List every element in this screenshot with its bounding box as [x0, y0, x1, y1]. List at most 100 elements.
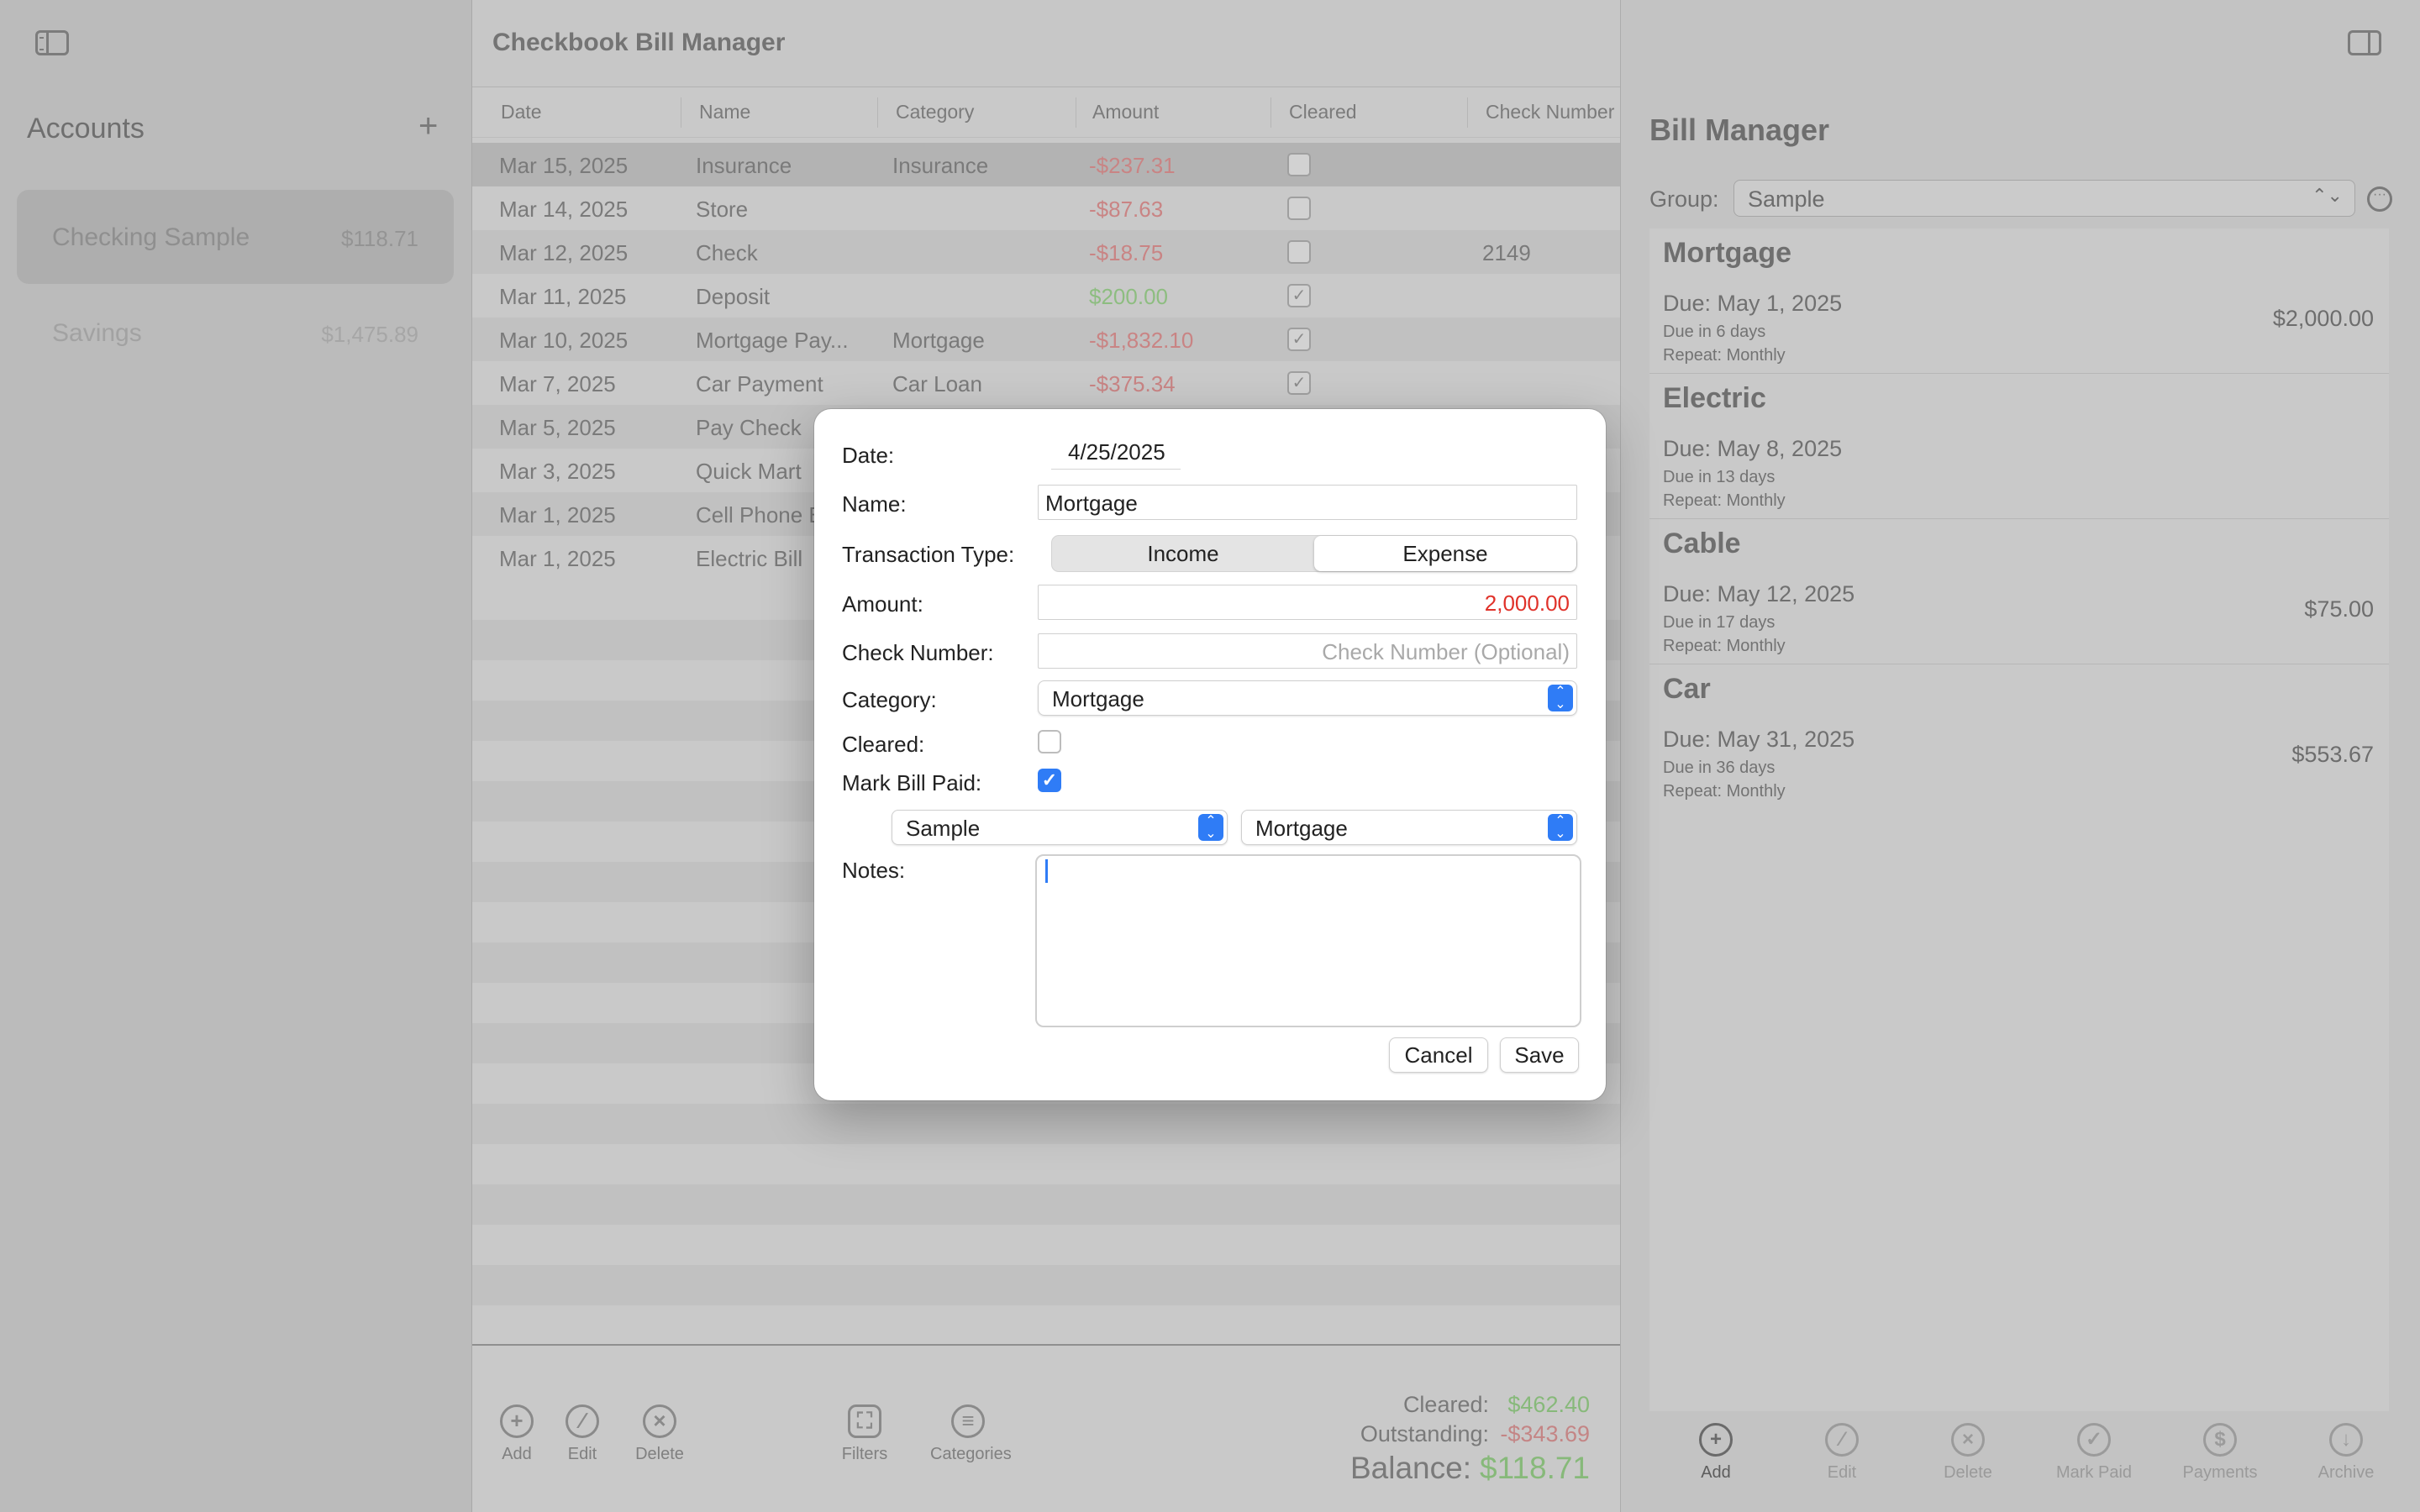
column-check-number[interactable]: Check Number — [1486, 101, 1614, 123]
bill-item[interactable]: Cable Due: May 12, 2025 Due in 17 days R… — [1649, 519, 2389, 664]
accounts-heading: Accounts — [27, 113, 145, 144]
bill-due-in: Due in 13 days — [1663, 468, 1776, 486]
category-select[interactable]: Mortgage ⌃ ⌄ — [1038, 680, 1577, 716]
tool-label: Add — [1701, 1463, 1731, 1482]
cleared-total-label: Cleared: — [1402, 1392, 1489, 1417]
filters-button[interactable]: ⛶ Filters — [827, 1404, 902, 1464]
table-row[interactable]: Mar 11, 2025 Deposit $200.00 ✓ — [472, 274, 1620, 318]
more-options-icon[interactable]: ··· — [2367, 186, 2392, 212]
amount-field[interactable]: 2,000.00 — [1038, 585, 1577, 620]
name-field[interactable]: Mortgage — [1038, 485, 1577, 520]
balance-total-value: $118.71 — [1480, 1451, 1590, 1485]
row-amount: -$237.31 — [1089, 153, 1176, 178]
amount-label: Amount: — [842, 591, 923, 617]
column-date[interactable]: Date — [501, 101, 542, 123]
notes-textarea[interactable] — [1035, 854, 1581, 1027]
mark-bill-paid-checkbox[interactable]: ✓ — [1038, 769, 1061, 792]
row-cleared-checkbox[interactable] — [1287, 153, 1311, 176]
filter-icon: ⛶ — [848, 1404, 881, 1438]
date-picker[interactable]: 4/25/2025 — [1051, 434, 1181, 470]
account-name: Checking Sample — [52, 223, 250, 251]
cancel-button[interactable]: Cancel — [1389, 1037, 1488, 1073]
window-title: Checkbook Bill Manager — [492, 29, 786, 56]
table-row[interactable]: Mar 7, 2025 Car Payment Car Loan -$375.3… — [472, 361, 1620, 405]
column-amount[interactable]: Amount — [1092, 101, 1159, 123]
archive-button[interactable]: ↓ Archive — [2291, 1423, 2401, 1483]
segment-expense[interactable]: Expense — [1314, 536, 1576, 571]
row-amount: -$1,832.10 — [1089, 328, 1194, 353]
edit-bill-button[interactable]: ∕ Edit — [1787, 1423, 1897, 1483]
mark-paid-button[interactable]: ✓ Mark Paid — [2039, 1423, 2149, 1483]
table-row[interactable]: Mar 12, 2025 Check -$18.75 2149 — [472, 230, 1620, 274]
balance-total: Balance: $118.71 — [1350, 1451, 1590, 1486]
bill-item[interactable]: Electric Due: May 8, 2025 Due in 13 days… — [1649, 374, 2389, 519]
save-button[interactable]: Save — [1500, 1037, 1579, 1073]
cleared-label: Cleared: — [842, 732, 925, 757]
row-cleared-checkbox[interactable] — [1287, 197, 1311, 220]
chevron-updown-icon: ⌃⌄ — [1548, 814, 1573, 841]
bill-due-date: Due: May 12, 2025 — [1663, 581, 1855, 606]
row-date: Mar 15, 2025 — [499, 153, 629, 178]
edit-transaction-button[interactable]: ∕ Edit — [544, 1404, 620, 1464]
cleared-checkbox[interactable] — [1038, 730, 1061, 753]
date-label: Date: — [842, 443, 895, 468]
add-account-button[interactable]: + — [418, 109, 438, 143]
delete-transaction-button[interactable]: × Delete — [622, 1404, 697, 1464]
bill-select[interactable]: Mortgage ⌃ ⌄ — [1241, 810, 1577, 845]
row-name: Car Payment — [696, 371, 823, 396]
table-row[interactable]: Mar 14, 2025 Store -$87.63 — [472, 186, 1620, 230]
row-name: Pay Check — [696, 415, 802, 440]
group-select[interactable]: Sample ⌃⌄ — [1733, 180, 2355, 217]
check-number-field[interactable]: Check Number (Optional) — [1038, 633, 1577, 669]
column-category[interactable]: Category — [896, 101, 974, 123]
row-amount: -$87.63 — [1089, 197, 1164, 222]
chevron-updown-icon: ⌃⌄ — [2312, 185, 2343, 206]
bill-manager-toolbar: + Add ∕ Edit × Delete ✓ Mark Paid $ Paym… — [1621, 1411, 2420, 1512]
pencil-circle-icon: ∕ — [1825, 1423, 1859, 1457]
bill-repeat: Repeat: Monthly — [1663, 346, 1786, 365]
transactions-toolbar: + Add ∕ Edit × Delete ⛶ Filters ≡ Catego… — [472, 1344, 1620, 1512]
row-cleared-checkbox[interactable]: ✓ — [1287, 328, 1311, 351]
bill-amount: $75.00 — [2304, 596, 2374, 622]
row-cleared-checkbox[interactable] — [1287, 240, 1311, 264]
sidebar: Accounts + Checking Sample $118.71 Savin… — [0, 0, 472, 1512]
table-row[interactable]: Mar 10, 2025 Mortgage Pay... Mortgage -$… — [472, 318, 1620, 361]
bill-name: Mortgage — [1663, 237, 1791, 269]
arrow-down-circle-icon: ↓ — [2329, 1423, 2363, 1457]
bill-item[interactable]: Car Due: May 31, 2025 Due in 36 days Rep… — [1649, 664, 2389, 810]
notes-label: Notes: — [842, 858, 906, 883]
bill-item[interactable]: Mortgage Due: May 1, 2025 Due in 6 days … — [1649, 228, 2389, 374]
row-check-number: 2149 — [1482, 240, 1531, 265]
account-item-checking[interactable]: Checking Sample $118.71 — [17, 190, 454, 284]
bill-due-in: Due in 17 days — [1663, 613, 1776, 632]
outstanding-total-value: -$343.69 — [1500, 1421, 1590, 1446]
segment-income[interactable]: Income — [1052, 536, 1314, 571]
table-row[interactable]: Mar 15, 2025 Insurance Insurance -$237.3… — [472, 143, 1620, 186]
payments-button[interactable]: $ Payments — [2165, 1423, 2275, 1483]
column-cleared[interactable]: Cleared — [1289, 101, 1357, 123]
inspector-toggle-icon[interactable] — [2348, 30, 2381, 55]
check-number-label: Check Number: — [842, 640, 994, 665]
column-name[interactable]: Name — [699, 101, 750, 123]
delete-bill-button[interactable]: × Delete — [1913, 1423, 2023, 1483]
account-item-savings[interactable]: Savings $1,475.89 — [17, 286, 454, 380]
tool-label: Delete — [1944, 1463, 1992, 1482]
outstanding-total: Outstanding: -$343.69 — [1350, 1421, 1590, 1447]
row-cleared-checkbox[interactable]: ✓ — [1287, 284, 1311, 307]
sidebar-toggle-icon[interactable] — [35, 30, 69, 55]
row-cleared-checkbox[interactable]: ✓ — [1287, 371, 1311, 395]
row-name: Electric Bill — [696, 546, 803, 571]
bill-due-date: Due: May 31, 2025 — [1663, 727, 1855, 752]
bill-manager-title: Bill Manager — [1649, 113, 1830, 147]
bill-due-date: Due: May 8, 2025 — [1663, 436, 1843, 461]
add-transaction-button[interactable]: + Add — [479, 1404, 555, 1464]
pencil-circle-icon: ∕ — [566, 1404, 599, 1438]
tool-label: Archive — [2317, 1463, 2375, 1482]
bill-repeat: Repeat: Monthly — [1663, 637, 1786, 655]
categories-button[interactable]: ≡ Categories — [930, 1404, 1012, 1464]
bill-group-select-value: Sample — [906, 816, 981, 841]
mark-bill-paid-label: Mark Bill Paid: — [842, 770, 982, 795]
bill-group-select[interactable]: Sample ⌃ ⌄ — [892, 810, 1228, 845]
add-bill-button[interactable]: + Add — [1661, 1423, 1770, 1483]
group-select-value: Sample — [1748, 186, 1825, 212]
